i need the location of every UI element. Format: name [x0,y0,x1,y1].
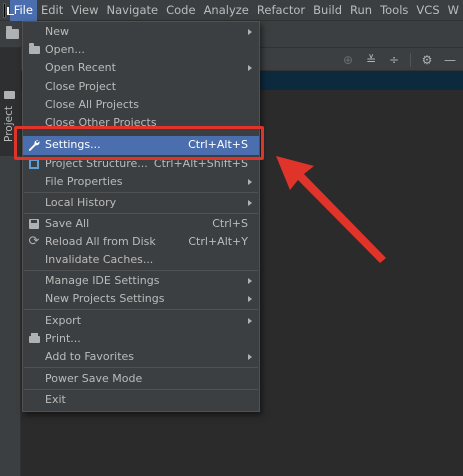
annotation-arrow-icon [276,156,386,263]
